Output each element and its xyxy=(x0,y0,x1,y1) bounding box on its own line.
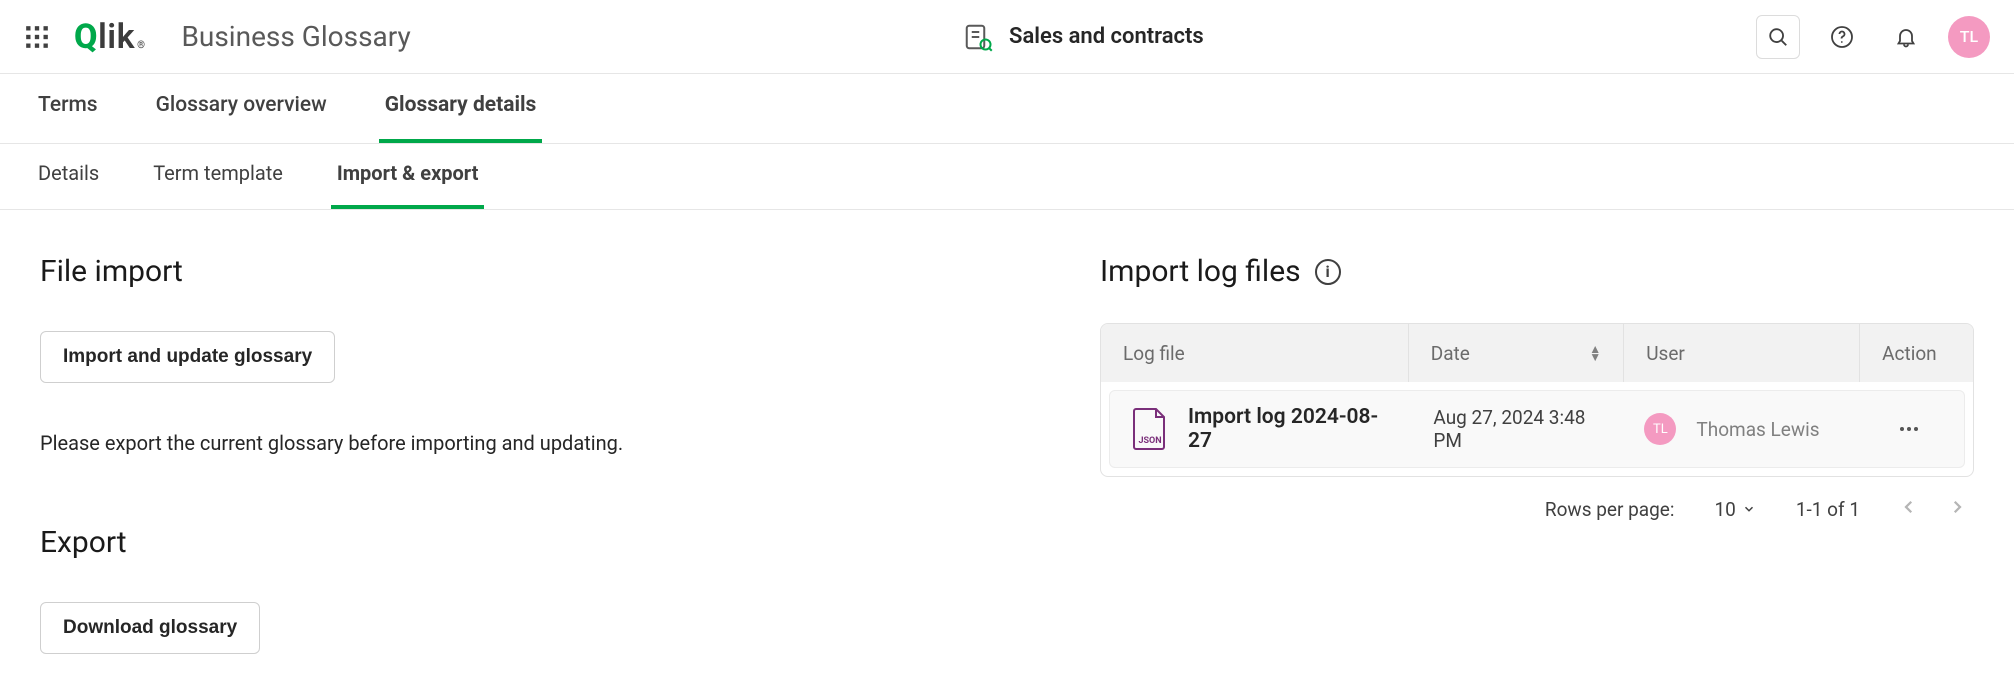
avatar-initials: TL xyxy=(1960,27,1978,46)
subtab-import-export[interactable]: Import & export xyxy=(331,161,484,209)
notifications-button[interactable] xyxy=(1884,15,1928,59)
log-file-name: Import log 2024-08-27 xyxy=(1188,405,1389,453)
rows-per-page-select[interactable]: 10 xyxy=(1714,498,1755,521)
pager: Rows per page: 10 1-1 of 1 xyxy=(1100,477,1974,521)
import-update-button[interactable]: Import and update glossary xyxy=(40,331,335,383)
tab-glossary-overview[interactable]: Glossary overview xyxy=(150,93,333,143)
help-button[interactable] xyxy=(1820,15,1864,59)
log-table: Log file Date ▲▼ User Action xyxy=(1100,323,1974,477)
topbar: Qlik® Business Glossary Sales and contra… xyxy=(0,0,2014,74)
context-name: Sales and contracts xyxy=(1009,24,1204,49)
import-helper-text: Please export the current glossary befor… xyxy=(40,431,1060,455)
import-log-title: Import log files xyxy=(1100,254,1301,289)
search-button[interactable] xyxy=(1756,15,1800,59)
right-column: Import log files i Log file Date ▲▼ User… xyxy=(1100,254,1974,654)
tab-terms[interactable]: Terms xyxy=(32,93,104,143)
left-column: File import Import and update glossary P… xyxy=(40,254,1060,654)
row-avatar: TL xyxy=(1644,413,1676,445)
col-date[interactable]: Date ▲▼ xyxy=(1409,324,1624,382)
export-title: Export xyxy=(40,525,1060,560)
download-glossary-button[interactable]: Download glossary xyxy=(40,602,260,654)
content: File import Import and update glossary P… xyxy=(0,210,2014,700)
pager-next[interactable] xyxy=(1948,497,1966,521)
col-log-file[interactable]: Log file xyxy=(1101,324,1409,382)
col-date-label: Date xyxy=(1431,342,1470,365)
file-import-title: File import xyxy=(40,254,1060,289)
secondary-tabs: Details Term template Import & export xyxy=(0,144,2014,210)
tab-glossary-details[interactable]: Glossary details xyxy=(379,93,543,143)
row-avatar-initials: TL xyxy=(1653,422,1668,437)
subtab-details[interactable]: Details xyxy=(32,161,105,209)
table-row[interactable]: JSON Import log 2024-08-27 Aug 27, 2024 … xyxy=(1109,390,1965,468)
rows-per-page-value: 10 xyxy=(1714,498,1735,521)
log-date: Aug 27, 2024 3:48 PM xyxy=(1411,406,1622,452)
col-user[interactable]: User xyxy=(1624,324,1860,382)
app-launcher-icon[interactable] xyxy=(24,24,50,50)
svg-text:JSON: JSON xyxy=(1138,436,1161,446)
avatar[interactable]: TL xyxy=(1948,16,1990,58)
rows-per-page-label: Rows per page: xyxy=(1545,498,1675,521)
pager-prev[interactable] xyxy=(1900,497,1918,521)
row-user-name: Thomas Lewis xyxy=(1696,418,1819,441)
log-table-body: JSON Import log 2024-08-27 Aug 27, 2024 … xyxy=(1101,382,1973,476)
more-icon xyxy=(1897,417,1921,441)
qlik-logo[interactable]: Qlik® xyxy=(74,17,145,57)
row-actions-button[interactable] xyxy=(1853,417,1964,441)
sort-icon: ▲▼ xyxy=(1589,345,1601,361)
col-action: Action xyxy=(1860,324,1973,382)
topbar-actions: TL xyxy=(1756,15,1990,59)
chevron-down-icon xyxy=(1742,502,1756,516)
info-icon[interactable]: i xyxy=(1315,259,1341,285)
context-selector[interactable]: Sales and contracts xyxy=(429,22,1738,52)
primary-tabs: Terms Glossary overview Glossary details xyxy=(0,74,2014,144)
json-file-icon: JSON xyxy=(1132,407,1168,451)
subtab-term-template[interactable]: Term template xyxy=(147,161,289,209)
chevron-right-icon xyxy=(1948,498,1966,516)
log-table-head: Log file Date ▲▼ User Action xyxy=(1101,324,1973,382)
product-title: Business Glossary xyxy=(181,20,410,53)
chevron-left-icon xyxy=(1900,498,1918,516)
glossary-icon xyxy=(963,22,993,52)
pager-range: 1-1 of 1 xyxy=(1796,498,1860,521)
